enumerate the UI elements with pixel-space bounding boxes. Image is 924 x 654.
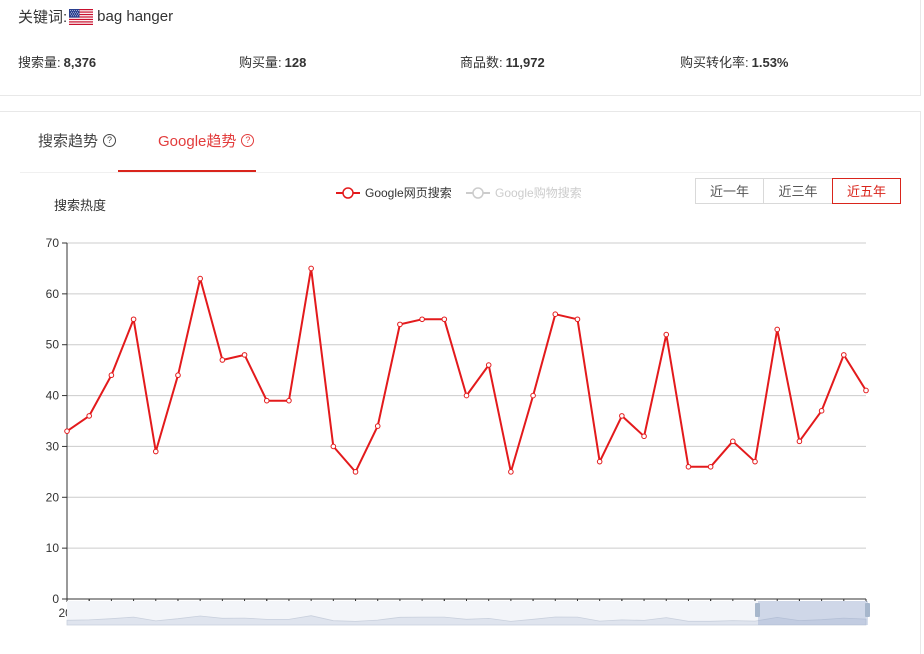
y-tick-label: 40 <box>46 389 60 403</box>
chart-legend: Google网页搜索 Google购物搜索 <box>336 185 582 200</box>
y-tick-label: 10 <box>46 541 60 555</box>
data-point[interactable] <box>263 397 270 404</box>
data-point[interactable] <box>752 458 758 465</box>
data-point[interactable] <box>441 316 448 323</box>
y-tick-label: 50 <box>46 338 60 352</box>
data-point[interactable] <box>730 438 736 445</box>
zoom-selected-window[interactable] <box>758 601 868 625</box>
legend-circle-icon <box>342 187 354 199</box>
legend-item[interactable]: Google网页搜索 <box>336 185 452 200</box>
data-point[interactable] <box>707 463 714 470</box>
zoom-handle-left[interactable] <box>755 603 760 617</box>
data-point[interactable] <box>64 428 70 434</box>
data-point[interactable] <box>596 458 603 465</box>
data-point[interactable] <box>841 352 847 358</box>
data-point[interactable] <box>530 392 536 399</box>
data-zoom-slider[interactable] <box>66 601 870 626</box>
data-point[interactable] <box>619 413 625 419</box>
data-point[interactable] <box>485 362 492 368</box>
data-point[interactable] <box>241 352 248 358</box>
range-5y-button[interactable]: 近五年 <box>832 178 901 204</box>
y-axis: 0 10 20 30 40 50 60 70 <box>46 236 68 606</box>
data-point[interactable] <box>552 311 559 318</box>
zoom-handle-right[interactable] <box>865 603 870 617</box>
data-point[interactable] <box>818 408 825 414</box>
legend-circle-icon <box>472 187 484 199</box>
data-point[interactable] <box>663 331 670 338</box>
data-point[interactable] <box>397 321 403 328</box>
data-point[interactable] <box>463 392 470 399</box>
y-axis-label: 搜索热度 <box>54 198 106 213</box>
data-point[interactable] <box>508 469 514 475</box>
legend-label: Google网页搜索 <box>365 185 452 200</box>
data-point[interactable] <box>374 423 381 429</box>
data-point[interactable] <box>152 448 159 455</box>
data-point[interactable] <box>641 433 647 440</box>
data-point[interactable] <box>130 316 137 323</box>
data-point[interactable] <box>330 443 337 450</box>
data-point[interactable] <box>796 438 803 445</box>
data-point[interactable] <box>197 275 203 282</box>
data-point[interactable] <box>108 372 115 379</box>
legend-item[interactable]: Google购物搜索 <box>466 185 582 200</box>
data-point[interactable] <box>685 463 692 470</box>
y-tick-label: 70 <box>46 236 60 250</box>
y-tick-label: 30 <box>46 439 60 453</box>
y-tick-label: 60 <box>46 287 60 301</box>
trend-chart: Google网页搜索 Google购物搜索 搜索热度 0 10 20 30 40 50 60 7… <box>46 185 870 626</box>
y-tick-label: 0 <box>52 592 59 606</box>
data-point[interactable] <box>419 316 425 323</box>
data-point[interactable] <box>308 265 314 272</box>
data-point[interactable] <box>219 357 226 363</box>
data-point[interactable] <box>175 372 181 379</box>
legend-label: Google购物搜索 <box>495 185 582 200</box>
data-point[interactable] <box>286 397 292 404</box>
data-point[interactable] <box>86 413 92 419</box>
y-tick-label: 20 <box>46 490 60 504</box>
series-google-web <box>64 265 869 475</box>
data-point[interactable] <box>352 469 359 475</box>
data-point[interactable] <box>574 316 581 323</box>
series-line <box>66 267 867 473</box>
data-point[interactable] <box>863 387 869 394</box>
data-point[interactable] <box>774 326 781 333</box>
